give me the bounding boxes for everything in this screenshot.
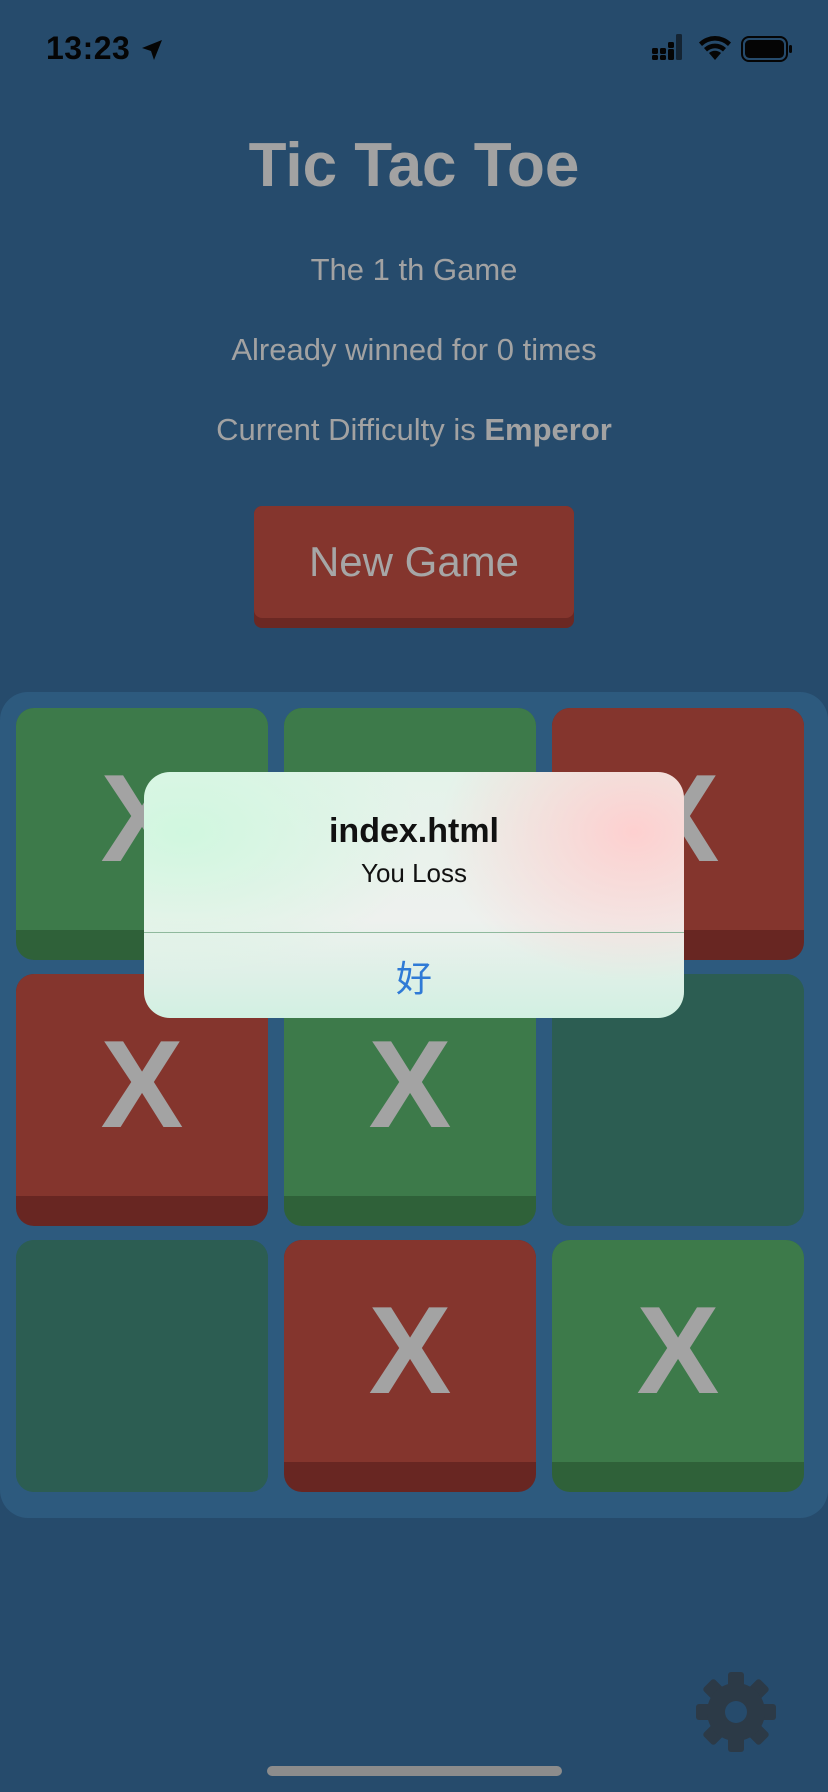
alert-dialog: index.html You Loss 好 (144, 772, 684, 1018)
status-time: 13:23 (46, 30, 131, 66)
alert-ok-button[interactable]: 好 (144, 933, 684, 1018)
home-indicator (267, 1766, 562, 1776)
wifi-icon (699, 36, 731, 60)
alert-title: index.html (328, 812, 500, 850)
cell-face: X (284, 1240, 536, 1462)
difficulty-label: Current Difficulty is (216, 412, 485, 447)
difficulty-text: Current Difficulty is Emperor (0, 412, 828, 448)
difficulty-value: Emperor (484, 412, 612, 447)
location-arrow-icon (142, 40, 162, 60)
cell-mark: X (636, 1282, 720, 1420)
game-number-text: The 1 th Game (310, 252, 518, 287)
cell-face: X (552, 1240, 804, 1462)
cellular-signal-icon (652, 34, 682, 60)
alert-message: You Loss (360, 858, 468, 888)
cell-mark: X (368, 1282, 452, 1420)
new-game-label: New Game (254, 506, 574, 618)
cell-mark: X (100, 1016, 184, 1154)
wins-count-text: Already winned for 0 times (231, 332, 597, 367)
cell-mark: X (368, 1016, 452, 1154)
cell-face (16, 1240, 268, 1492)
status-bar: 13:23 (0, 0, 828, 100)
board-cell-7[interactable] (16, 1240, 268, 1492)
new-game-button[interactable]: New Game (254, 506, 574, 628)
game-title: Tic Tac Toe (248, 131, 580, 200)
board-cell-8[interactable]: X (284, 1240, 536, 1492)
board-cell-9[interactable]: X (552, 1240, 804, 1492)
battery-icon (741, 36, 792, 62)
gear-icon[interactable] (694, 1670, 778, 1754)
